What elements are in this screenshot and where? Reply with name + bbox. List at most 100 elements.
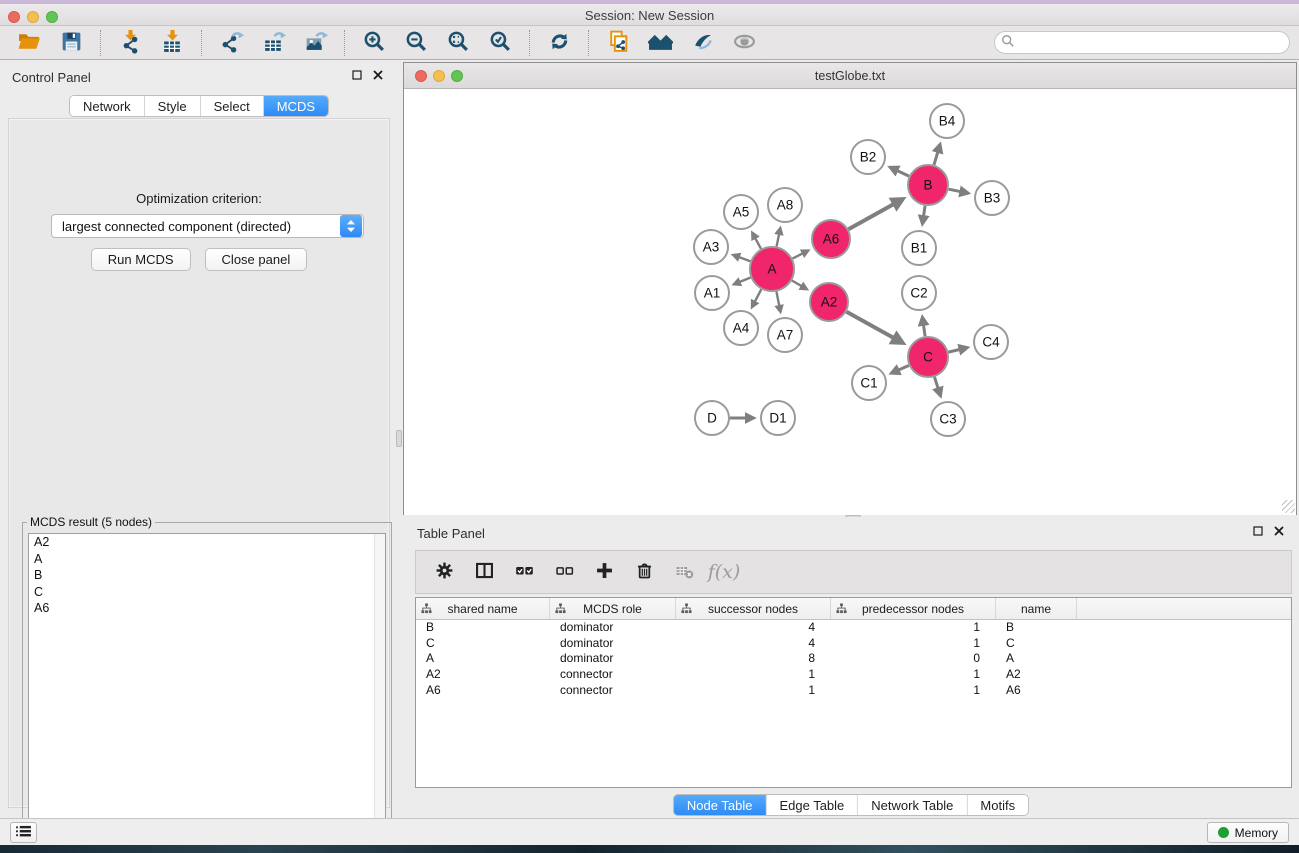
- resize-grip-icon[interactable]: [1282, 500, 1295, 513]
- column-header[interactable]: MCDS role: [550, 598, 676, 619]
- table-row[interactable]: Cdominator41C: [416, 636, 1291, 652]
- tab-style[interactable]: Style: [145, 96, 201, 116]
- hide-graphics-details-button[interactable]: [681, 28, 723, 58]
- float-panel-button[interactable]: [1251, 526, 1264, 539]
- node-C1[interactable]: C1: [852, 366, 886, 400]
- network-canvas[interactable]: B4 B2 B B3 A5 A8 A6 A3 B1 A A1 C2 A2 A4 A7 C4 C C1 D D1 C3: [404, 89, 1296, 515]
- close-panel-button[interactable]: [1272, 526, 1285, 539]
- zoom-selected-button[interactable]: [479, 28, 521, 58]
- node-D[interactable]: D: [695, 401, 729, 435]
- table-row[interactable]: Bdominator41B: [416, 620, 1291, 636]
- node-C4[interactable]: C4: [974, 325, 1008, 359]
- mcds-result-item[interactable]: A6: [29, 600, 385, 617]
- edge-A-A5[interactable]: [752, 233, 761, 249]
- tab-select[interactable]: Select: [201, 96, 264, 116]
- node-A3[interactable]: A3: [694, 230, 728, 264]
- columns-button[interactable]: [466, 555, 502, 589]
- table-row[interactable]: Adominator80A: [416, 651, 1291, 667]
- node-A4[interactable]: A4: [724, 311, 758, 345]
- tab-edge-table[interactable]: Edge Table: [766, 795, 858, 815]
- mcds-result-item[interactable]: A: [29, 551, 385, 568]
- edge-A-A8[interactable]: [777, 228, 781, 246]
- edge-A2-C[interactable]: [846, 312, 902, 343]
- import-table-button[interactable]: [151, 28, 193, 58]
- eye-button[interactable]: [723, 28, 765, 58]
- run-mcds-button[interactable]: Run MCDS: [91, 248, 191, 271]
- node-A8[interactable]: A8: [768, 188, 802, 222]
- tab-node-table[interactable]: Node Table: [674, 795, 767, 815]
- node-C3[interactable]: C3: [931, 402, 965, 436]
- close-panel-button[interactable]: Close panel: [205, 248, 308, 271]
- tab-network-table[interactable]: Network Table: [858, 795, 967, 815]
- import-network-button[interactable]: [109, 28, 151, 58]
- column-header[interactable]: shared name: [416, 598, 550, 619]
- node-B2[interactable]: B2: [851, 140, 885, 174]
- node-A6[interactable]: A6: [812, 220, 850, 258]
- apply-layout-button[interactable]: [538, 28, 580, 58]
- column-header[interactable]: predecessor nodes: [831, 598, 996, 619]
- mcds-result-item[interactable]: C: [29, 584, 385, 601]
- node-A7[interactable]: A7: [768, 318, 802, 352]
- edge-B-B1[interactable]: [923, 206, 926, 224]
- edge-B-B3[interactable]: [949, 189, 968, 193]
- edge-A-A6[interactable]: [793, 251, 808, 259]
- optimization-criterion-select[interactable]: largest connected component (directed): [51, 214, 364, 238]
- tab-motifs[interactable]: Motifs: [967, 795, 1028, 815]
- edge-A-A4[interactable]: [752, 289, 761, 307]
- edge-A-A7[interactable]: [776, 292, 780, 312]
- export-table-button[interactable]: [252, 28, 294, 58]
- node-C2[interactable]: C2: [902, 276, 936, 310]
- node-A2[interactable]: A2: [810, 283, 848, 321]
- search-box[interactable]: [994, 31, 1290, 54]
- network-from-selection-button[interactable]: [597, 28, 639, 58]
- edge-B-B4[interactable]: [934, 145, 940, 165]
- column-header[interactable]: name: [996, 598, 1077, 619]
- delete-table-button[interactable]: [666, 555, 702, 589]
- node-D1[interactable]: D1: [761, 401, 795, 435]
- mcds-result-item[interactable]: B: [29, 567, 385, 584]
- edge-A-A2[interactable]: [792, 281, 807, 290]
- float-panel-button[interactable]: [350, 70, 363, 83]
- node-B3[interactable]: B3: [975, 181, 1009, 215]
- node-B1[interactable]: B1: [902, 231, 936, 265]
- export-network-button[interactable]: [210, 28, 252, 58]
- network-window-titlebar[interactable]: testGlobe.txt: [404, 63, 1296, 89]
- table-row[interactable]: A2connector11A2: [416, 667, 1291, 683]
- splitter-handle-vertical[interactable]: [396, 430, 402, 447]
- tab-mcds[interactable]: MCDS: [264, 96, 328, 116]
- delete-row-button[interactable]: [626, 555, 662, 589]
- function-builder-button[interactable]: f(x): [706, 555, 742, 589]
- home-pair-button[interactable]: [639, 28, 681, 58]
- mcds-result-item[interactable]: A2: [29, 534, 385, 551]
- open-session-button[interactable]: [8, 28, 50, 58]
- add-row-button[interactable]: [586, 555, 622, 589]
- node-A[interactable]: A: [750, 247, 794, 291]
- edge-C-C3[interactable]: [934, 377, 940, 395]
- node-A1[interactable]: A1: [695, 276, 729, 310]
- zoom-out-button[interactable]: [395, 28, 437, 58]
- save-session-button[interactable]: [50, 28, 92, 58]
- zoom-fit-button[interactable]: [437, 28, 479, 58]
- zoom-in-button[interactable]: [353, 28, 395, 58]
- node-B[interactable]: B: [908, 165, 948, 205]
- edge-A-A1[interactable]: [734, 278, 751, 285]
- result-scrollbar[interactable]: [374, 534, 385, 849]
- node-table[interactable]: shared nameMCDS rolesuccessor nodesprede…: [415, 597, 1292, 788]
- node-A5[interactable]: A5: [724, 195, 758, 229]
- node-B4[interactable]: B4: [930, 104, 964, 138]
- edge-C-C2[interactable]: [922, 318, 925, 337]
- column-header[interactable]: successor nodes: [676, 598, 831, 619]
- edge-C-C1[interactable]: [892, 365, 909, 373]
- close-panel-button[interactable]: [371, 70, 384, 83]
- tab-network[interactable]: Network: [70, 96, 145, 116]
- node-C[interactable]: C: [908, 337, 948, 377]
- edge-C-C4[interactable]: [948, 348, 966, 352]
- settings-gear-button[interactable]: [426, 555, 462, 589]
- table-row[interactable]: A6connector11A6: [416, 683, 1291, 699]
- deselect-all-button[interactable]: [546, 555, 582, 589]
- edge-A-A3[interactable]: [733, 255, 750, 261]
- mcds-result-list[interactable]: A2ABCA6: [28, 533, 386, 850]
- edge-A6-B[interactable]: [848, 199, 902, 229]
- edge-B-B2[interactable]: [890, 167, 908, 176]
- search-input[interactable]: [1015, 34, 1289, 52]
